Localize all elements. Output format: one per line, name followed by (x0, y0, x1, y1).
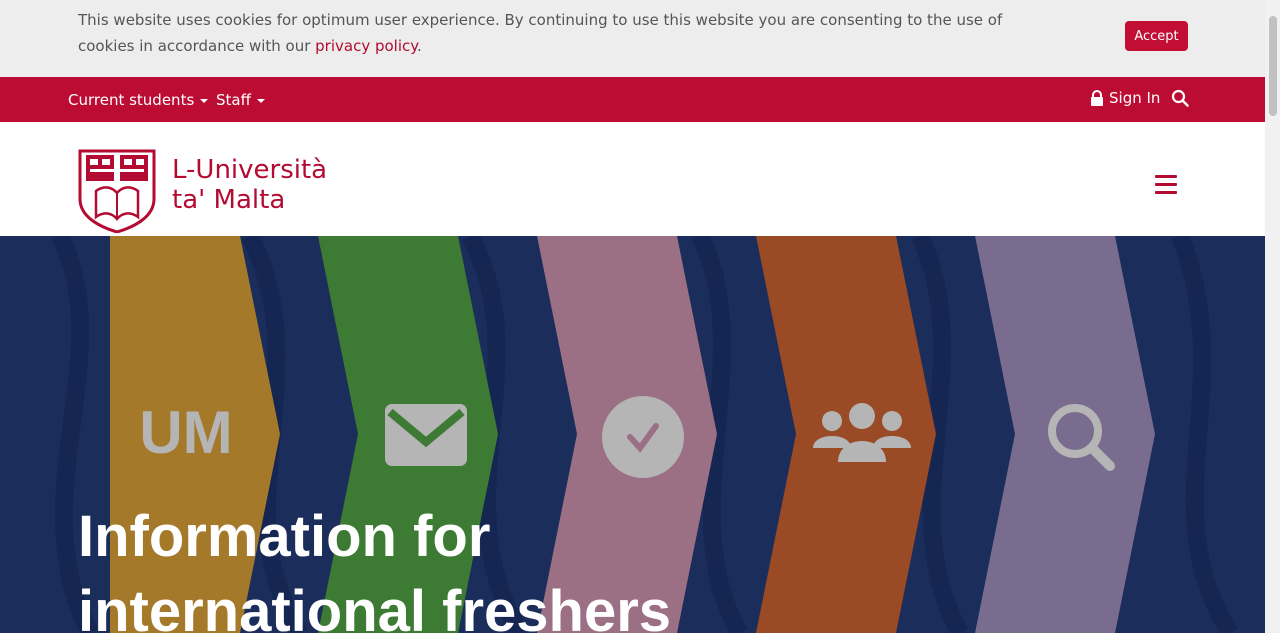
um-icon: UM (139, 399, 232, 466)
cookie-message: This website uses cookies for optimum us… (78, 7, 1008, 59)
university-name[interactable]: L-Università ta' Malta (172, 155, 327, 215)
brand-line-2: ta' Malta (172, 185, 286, 215)
search-icon (1171, 89, 1189, 107)
site-header: L-Università ta' Malta (0, 122, 1265, 236)
nav-staff[interactable]: Staff (216, 91, 265, 109)
lock-icon (1091, 89, 1103, 106)
accept-cookies-button[interactable]: Accept (1125, 21, 1188, 51)
crest-icon (78, 149, 156, 234)
sign-in-link[interactable]: Sign In (1090, 89, 1160, 107)
envelope-icon (385, 404, 467, 466)
nav-current-students-label: Current students (68, 91, 195, 109)
cookie-text: This website uses cookies for optimum us… (78, 11, 1003, 55)
search-button[interactable] (1171, 89, 1189, 111)
caret-down-icon (200, 99, 209, 103)
hero-title: Information for international freshers (78, 504, 672, 633)
nav-current-students[interactable]: Current students (68, 91, 209, 109)
university-crest-logo[interactable] (78, 147, 156, 237)
scrollbar[interactable] (1265, 0, 1280, 633)
nav-staff-label: Staff (216, 91, 251, 109)
chevron-orange (756, 236, 936, 633)
brand-line-1: L-Università (172, 155, 328, 185)
caret-down-icon (256, 99, 265, 103)
sign-in-label: Sign In (1109, 89, 1161, 107)
cookie-text-end: . (417, 37, 422, 55)
chevron-lilac (975, 236, 1155, 633)
hamburger-icon[interactable] (1155, 175, 1177, 199)
privacy-policy-link[interactable]: privacy policy (315, 37, 417, 55)
hero-banner: UM Information for international fresher… (0, 236, 1265, 633)
top-navigation: Current students Staff Sign In (0, 77, 1265, 122)
check-circle-icon (602, 396, 684, 478)
cookie-banner: This website uses cookies for optimum us… (0, 0, 1265, 77)
scrollbar-thumb[interactable] (1269, 16, 1277, 116)
